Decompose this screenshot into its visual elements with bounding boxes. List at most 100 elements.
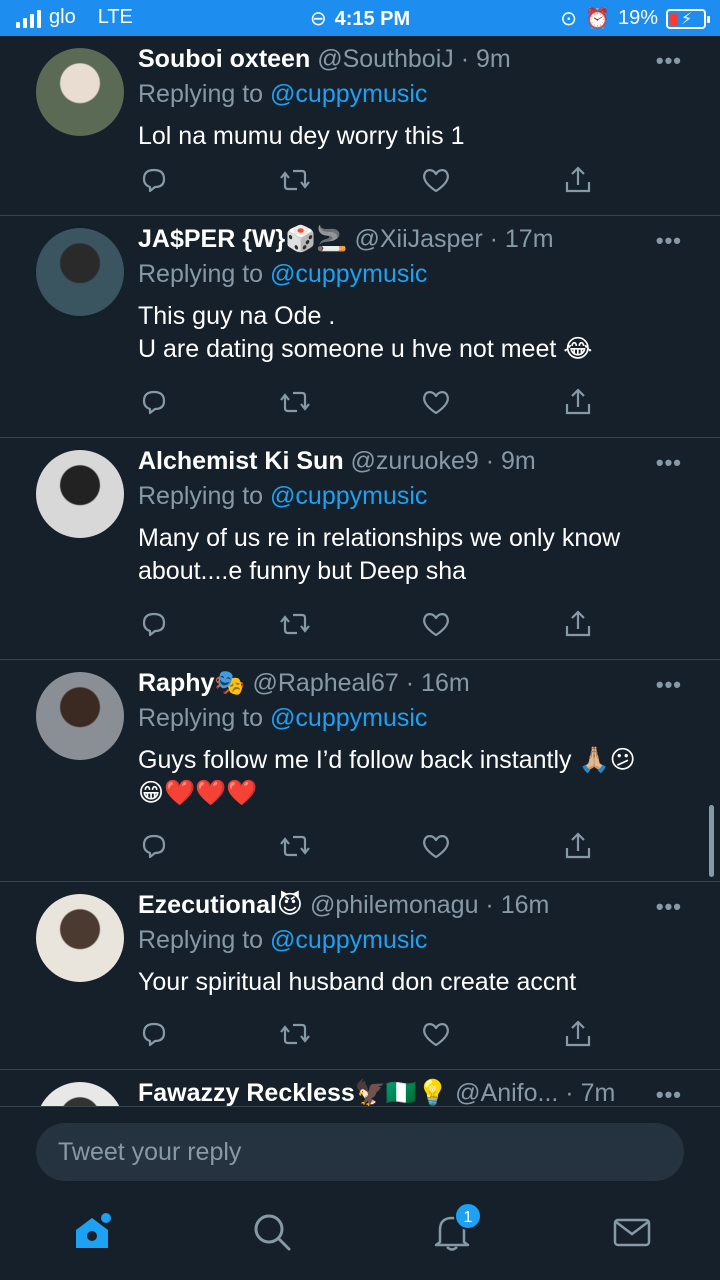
home-tab[interactable] xyxy=(72,1212,112,1252)
separator-dot: · xyxy=(453,45,476,73)
scrollbar-thumb[interactable] xyxy=(709,805,714,877)
retweet-icon[interactable] xyxy=(279,1018,311,1050)
mention-link[interactable]: @cuppymusic xyxy=(270,80,427,108)
tweet-text: Guys follow me I’d follow back instantly… xyxy=(138,744,680,810)
user-handle[interactable]: @philemonagu xyxy=(310,891,479,919)
display-name[interactable]: JA$PER {W} xyxy=(138,225,285,253)
name-emoji: 🎲🚬 xyxy=(285,225,348,253)
user-handle[interactable]: @XiiJasper xyxy=(354,225,482,253)
reply-icon[interactable] xyxy=(138,830,170,862)
more-icon[interactable]: ••• xyxy=(656,1082,682,1106)
reply-icon[interactable] xyxy=(138,608,170,640)
tweet-reply[interactable]: Ezecutional😈 @philemonagu · 16m Replying … xyxy=(0,882,720,1070)
user-handle[interactable]: @zuruoke9 xyxy=(351,447,479,475)
separator-dot: · xyxy=(558,1079,581,1106)
display-name[interactable]: Fawazzy Reckless xyxy=(138,1079,355,1106)
more-icon[interactable]: ••• xyxy=(656,228,682,254)
tweet-text-line: U are dating someone u hve not meet 😂 xyxy=(138,335,593,363)
reply-icon[interactable] xyxy=(138,164,170,196)
tweet-reply[interactable]: Raphy🎭 @Rapheal67 · 16m Replying to @cupp… xyxy=(0,660,720,882)
tweet-text-line: Guys follow me I’d follow back instantly… xyxy=(138,746,636,774)
reply-bar xyxy=(0,1106,720,1194)
battery-percent: 19% xyxy=(617,7,658,29)
tweet-reply[interactable]: Fawazzy Reckless🦅🇳🇬💡 @Anifo... · 7m ••• xyxy=(0,1070,720,1106)
heart-icon[interactable] xyxy=(420,608,452,640)
display-name[interactable]: Ezecutional xyxy=(138,891,277,919)
tweet-text-line: Your spiritual husband don create accnt xyxy=(138,968,577,996)
replying-label: Replying to xyxy=(138,704,264,732)
tweet-text: Your spiritual husband don create accnt xyxy=(138,966,680,999)
notifications-tab[interactable]: 1 xyxy=(432,1202,482,1252)
heart-icon[interactable] xyxy=(420,164,452,196)
avatar[interactable] xyxy=(36,894,124,982)
more-icon[interactable]: ••• xyxy=(656,672,682,698)
tweet-reply[interactable]: Alchemist Ki Sun @zuruoke9 · 9m Replying … xyxy=(0,438,720,660)
separator-dot: · xyxy=(398,669,422,697)
status-right: ⊙ ⏰ 19% ⚡ xyxy=(560,6,710,31)
more-icon[interactable]: ••• xyxy=(656,48,682,74)
reply-feed[interactable]: Souboi oxteen @SouthboiJ · 9m Replying to… xyxy=(0,36,720,1106)
user-handle[interactable]: @Anifo... xyxy=(455,1079,558,1106)
share-icon[interactable] xyxy=(562,608,594,640)
tweet-reply[interactable]: Souboi oxteen @SouthboiJ · 9m Replying to… xyxy=(0,36,720,216)
share-icon[interactable] xyxy=(562,830,594,862)
name-emoji: 😈 xyxy=(276,891,303,919)
avatar[interactable] xyxy=(36,672,124,760)
share-icon[interactable] xyxy=(562,164,594,196)
tweet-text-line: 😁❤️❤️❤️ xyxy=(138,779,258,807)
tweet-time: 16m xyxy=(500,891,550,919)
avatar[interactable] xyxy=(36,48,124,136)
share-icon[interactable] xyxy=(562,386,594,418)
tweet-actions xyxy=(138,164,598,200)
replying-to: Replying to @cuppymusic xyxy=(138,702,680,734)
retweet-icon[interactable] xyxy=(279,164,311,196)
bottom-tab-bar: 1 xyxy=(0,1194,720,1280)
name-emoji: 🎭 xyxy=(214,669,246,697)
replying-label: Replying to xyxy=(138,926,264,954)
search-tab[interactable] xyxy=(252,1212,292,1252)
display-name[interactable]: Raphy xyxy=(138,669,214,697)
retweet-icon[interactable] xyxy=(279,386,311,418)
avatar[interactable] xyxy=(36,228,124,316)
display-name[interactable]: Alchemist Ki Sun xyxy=(138,447,344,475)
replying-label: Replying to xyxy=(138,80,264,108)
tweet-actions xyxy=(138,608,598,644)
separator-dot: · xyxy=(482,225,505,253)
mention-link[interactable]: @cuppymusic xyxy=(270,926,427,954)
user-handle[interactable]: @Rapheal67 xyxy=(253,669,399,697)
messages-tab[interactable] xyxy=(612,1212,652,1252)
more-icon[interactable]: ••• xyxy=(656,894,682,920)
retweet-icon[interactable] xyxy=(279,608,311,640)
tweet-actions xyxy=(138,1018,598,1054)
reply-icon[interactable] xyxy=(138,1018,170,1050)
more-icon[interactable]: ••• xyxy=(656,450,682,476)
mention-link[interactable]: @cuppymusic xyxy=(270,482,427,510)
tweet-reply[interactable]: JA$PER {W}🎲🚬 @XiiJasper · 17m Replying to… xyxy=(0,216,720,438)
heart-icon[interactable] xyxy=(420,386,452,418)
heart-icon[interactable] xyxy=(420,830,452,862)
reply-icon[interactable] xyxy=(138,386,170,418)
mention-link[interactable]: @cuppymusic xyxy=(270,260,427,288)
avatar[interactable] xyxy=(36,450,124,538)
name-emoji: 🦅🇳🇬💡 xyxy=(354,1079,449,1106)
heart-icon[interactable] xyxy=(420,1018,452,1050)
mention-link[interactable]: @cuppymusic xyxy=(270,704,427,732)
share-icon[interactable] xyxy=(562,1018,594,1050)
tweet-body: Souboi oxteen @SouthboiJ · 9m Replying to… xyxy=(138,42,680,153)
tweet-text-line: Lol na mumu dey worry this 1 xyxy=(138,122,465,150)
tweet-reply-input[interactable] xyxy=(36,1123,684,1181)
tweet-time: 9m xyxy=(475,45,511,73)
notifications-badge: 1 xyxy=(454,1202,482,1230)
tweet-body: JA$PER {W}🎲🚬 @XiiJasper · 17m Replying to… xyxy=(138,222,680,366)
user-handle[interactable]: @SouthboiJ xyxy=(317,45,454,73)
avatar[interactable] xyxy=(36,1082,124,1106)
tweet-text: Many of us re in relationships we only k… xyxy=(138,522,680,588)
replying-label: Replying to xyxy=(138,482,264,510)
replying-to: Replying to @cuppymusic xyxy=(138,480,680,512)
replying-to: Replying to @cuppymusic xyxy=(138,924,680,956)
display-name[interactable]: Souboi oxteen xyxy=(138,45,310,73)
tweet-text: Lol na mumu dey worry this 1 xyxy=(138,120,680,153)
retweet-icon[interactable] xyxy=(279,830,311,862)
tweet-time: 16m xyxy=(421,669,470,697)
tweet-body: Fawazzy Reckless🦅🇳🇬💡 @Anifo... · 7m xyxy=(138,1076,680,1106)
